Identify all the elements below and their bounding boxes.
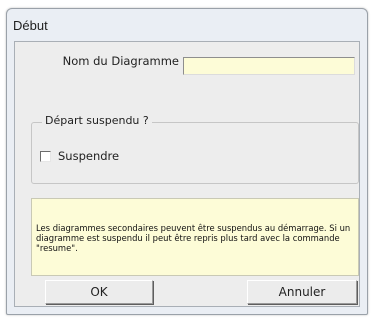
suspend-checkbox-row[interactable]: Suspendre (40, 149, 119, 163)
dialog-titlebar[interactable]: Début (7, 9, 367, 41)
diagram-name-label: Nom du Diagramme (62, 54, 179, 68)
cancel-button[interactable]: Annuler (247, 280, 357, 304)
dialog-title: Début (13, 17, 48, 33)
diagram-name-input[interactable] (183, 57, 355, 75)
info-text: Les diagrammes secondaires peuvent être … (36, 223, 351, 253)
suspend-checkbox[interactable] (40, 150, 51, 162)
suspend-groupbox: Départ suspendu ? Suspendre (31, 114, 359, 184)
suspend-checkbox-label[interactable]: Suspendre (58, 149, 119, 163)
dialog-window: Début Nom du Diagramme Départ suspendu ?… (6, 8, 368, 315)
dialog-content: Nom du Diagramme Départ suspendu ? Suspe… (14, 41, 360, 307)
suspend-groupbox-title: Départ suspendu ? (42, 114, 152, 127)
info-panel: Les diagrammes secondaires peuvent être … (31, 198, 359, 276)
ok-button[interactable]: OK (45, 280, 153, 304)
